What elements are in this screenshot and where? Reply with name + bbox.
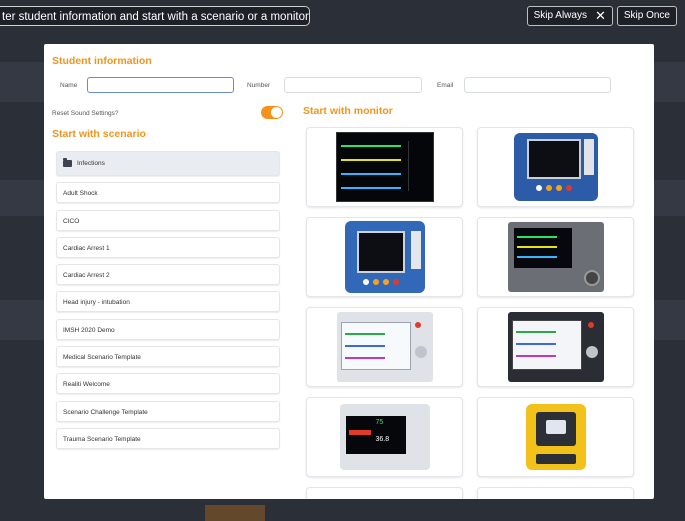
scenario-item[interactable]: Cardiac Arrest 2 [56, 264, 280, 286]
start-dialog: Student information Name Number Email Re… [44, 44, 654, 499]
scenario-item[interactable]: Trauma Scenario Template [56, 427, 280, 449]
monitor-card-3[interactable] [306, 217, 463, 297]
scenario-item[interactable]: Adult Shock [56, 182, 280, 204]
reset-sound-toggle[interactable] [261, 106, 283, 119]
toggle-knob [271, 107, 282, 118]
monitor-dark-icon [507, 312, 604, 382]
monitor-blue-icon [513, 133, 598, 201]
scenario-title: Start with scenario [52, 128, 146, 140]
monitor-card-2[interactable] [477, 127, 634, 207]
monitor-card-10[interactable] [477, 487, 634, 499]
m7-value-a: 75 [375, 419, 384, 426]
name-label: Name [60, 82, 78, 89]
skip-once-label: Skip Once [623, 10, 670, 21]
monitor-card-1[interactable] [306, 127, 463, 207]
scenario-item[interactable]: CICO [56, 209, 280, 231]
folder-infections[interactable]: Infections [56, 151, 280, 176]
scenario-item[interactable]: Realiti Welcome [56, 373, 280, 395]
scenario-item[interactable]: IMSH 2020 Demo [56, 318, 280, 340]
email-label: Email [437, 82, 454, 89]
folder-icon [63, 158, 72, 167]
scenario-item[interactable]: Medical Scenario Template [56, 346, 280, 368]
monitor-small-icon: 75 36.8 [339, 404, 430, 470]
folder-label: Infections [77, 160, 105, 167]
skip-always-button[interactable]: Skip Always ✕ [526, 6, 613, 26]
monitor-white-icon [336, 312, 433, 382]
name-input[interactable] [87, 77, 234, 93]
monitor-card-7[interactable]: 75 36.8 [306, 397, 463, 477]
scenario-item[interactable]: Scenario Challenge Template [56, 400, 280, 422]
monitor-title: Start with monitor [303, 105, 393, 117]
number-input[interactable] [284, 77, 422, 93]
monitor-blue-2-icon [344, 221, 425, 293]
skip-always-label: Skip Always [533, 10, 587, 21]
number-label: Number [247, 82, 271, 89]
scenario-item[interactable]: Head injury - intubation [56, 291, 280, 313]
monitor-card-8[interactable] [477, 397, 634, 477]
monitor-card-5[interactable] [306, 307, 463, 387]
skip-controls: Skip Always ✕ Skip Once [526, 6, 677, 26]
scenario-item[interactable]: Cardiac Arrest 1 [56, 236, 280, 258]
monitor-card-6[interactable] [477, 307, 634, 387]
scenario-list: Infections Adult Shock CICO Cardiac Arre… [56, 151, 280, 455]
close-icon: ✕ [594, 8, 606, 23]
monitor-card-9[interactable] [306, 487, 463, 499]
email-input[interactable] [464, 77, 611, 93]
monitor-black-icon [335, 132, 434, 202]
monitor-card-4[interactable] [477, 217, 634, 297]
aed-icon [525, 404, 586, 470]
instruction-tooltip: ter student information and start with a… [0, 6, 310, 26]
student-info-title: Student information [52, 55, 152, 67]
backdrop-accent [205, 505, 265, 521]
monitor-grey-icon [507, 222, 604, 292]
skip-once-button[interactable]: Skip Once [616, 6, 677, 26]
reset-sound-label: Reset Sound Settings? [52, 110, 119, 117]
m7-value-b: 36.8 [375, 436, 390, 443]
